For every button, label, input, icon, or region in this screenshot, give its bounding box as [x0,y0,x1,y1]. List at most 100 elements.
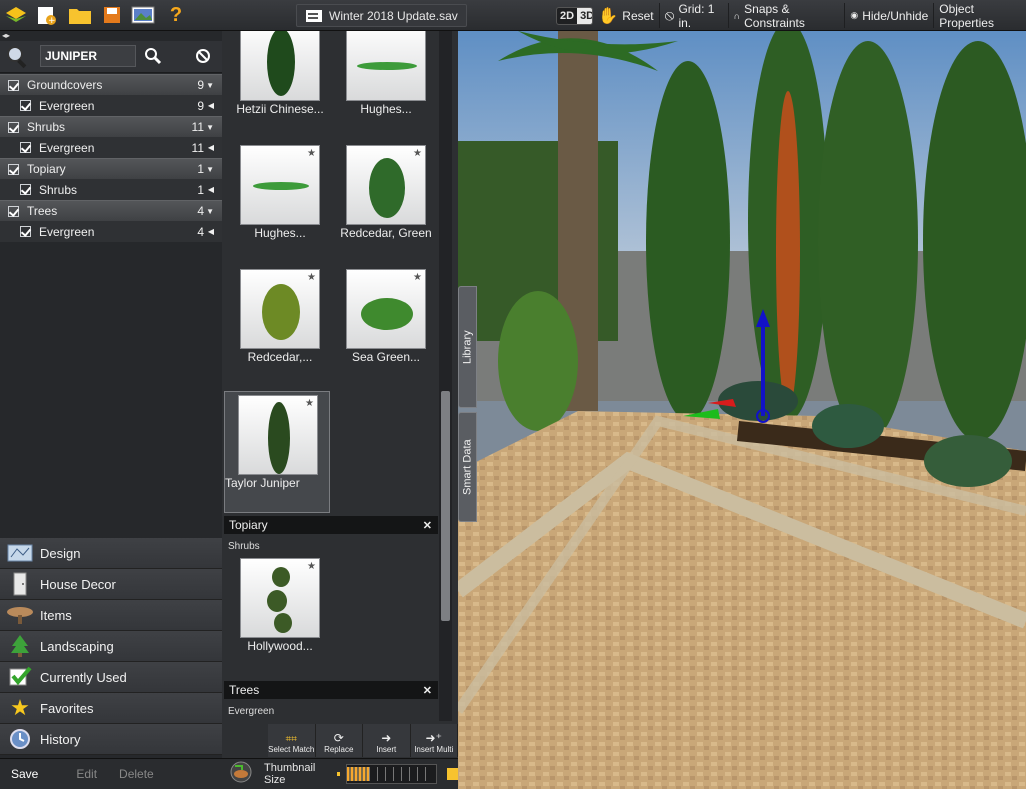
tree-label: Evergreen [39,98,95,113]
view-3d-button[interactable]: 3D [577,7,593,24]
nav-label: Currently Used [40,669,127,685]
action-label: Select Match [268,745,315,754]
chevron-left-icon[interactable]: ◀ [208,227,214,236]
plant-thumbnail: ★ [240,145,320,225]
checkbox[interactable] [20,226,31,237]
edit-button[interactable]: Edit [65,767,108,781]
arrow-right-icon: ➜ [381,731,392,745]
checkbox[interactable] [8,79,19,91]
delete-button[interactable]: Delete [108,767,165,781]
search-icon[interactable] [144,47,162,65]
library-card[interactable]: Hughes... [330,31,436,153]
layers-icon[interactable] [3,3,29,27]
nav-currently-used[interactable]: Currently Used [0,662,222,693]
library-scrollbar[interactable] [439,31,452,721]
checkbox[interactable] [20,100,31,111]
library-card[interactable]: ★ Sea Green... [330,269,436,391]
3d-viewport[interactable] [458,31,1026,789]
close-icon[interactable]: ✕ [423,684,432,697]
checkbox[interactable] [8,121,19,133]
checkbox[interactable] [20,142,31,153]
grid-button[interactable]: ⦸ Grid: 1 in. [658,2,728,30]
nav-favorites[interactable]: ★ Favorites [0,693,222,724]
section-header-trees[interactable]: Trees ✕ [224,681,438,699]
library-grid: Hetzii Chinese... Hughes... ★ Hughes... … [222,31,438,516]
library-card[interactable]: Hetzii Chinese... [224,31,330,153]
hand-icon: ✋ [598,7,619,25]
close-icon[interactable]: ✕ [423,519,432,532]
save-icon[interactable] [99,3,125,27]
nav-design[interactable]: Design [0,538,222,569]
library-card[interactable]: ★ Hollywood... [224,558,330,680]
insert-multi-button[interactable]: ➜⁺ Insert Multi [411,724,458,757]
nav-history[interactable]: History [0,724,222,755]
library-card[interactable]: ★ Redcedar, Green [330,145,436,267]
chevron-left-icon[interactable]: ◀ [208,143,214,152]
picture-icon[interactable] [130,3,156,27]
nav-label: History [40,731,81,747]
chevron-down-icon[interactable]: ▼ [206,207,214,216]
checkbox[interactable] [8,205,19,217]
tree-row-shrubs-evergreen[interactable]: Evergreen 11 ◀ [0,137,222,158]
snaps-button[interactable]: ∩ Snaps & Constraints [727,2,845,30]
reset-button[interactable]: ✋ Reset [593,3,658,28]
reset-label: Reset [622,8,654,23]
tab-smart-data[interactable]: Smart Data [458,412,477,522]
nav-house-decor[interactable]: House Decor [0,569,222,600]
chevron-down-icon[interactable]: ▼ [206,123,214,132]
checkbox[interactable] [8,163,19,175]
nav-label: Landscaping [40,638,114,654]
replace-button[interactable]: ⟳ Replace [316,724,363,757]
pin-icon[interactable]: ◂▸ [2,31,10,40]
tree-row-trees[interactable]: Trees 4 ▼ [0,200,222,221]
view-toggle[interactable]: 2D 3D [556,6,594,25]
size-small-marker [336,771,341,776]
plant-thumbnail: ★ [240,558,320,638]
chevron-down-icon[interactable]: ▼ [206,81,214,90]
hide-unhide-button[interactable]: ◉ Hide/Unhide [844,3,933,28]
chevron-down-icon[interactable]: ▼ [206,165,214,174]
chevron-left-icon[interactable]: ◀ [208,185,214,194]
select-match-button[interactable]: ⌗⌗ Select Match [268,724,316,757]
scroll-thumb[interactable] [441,391,450,621]
view-2d-button[interactable]: 2D [557,8,577,24]
help-icon[interactable]: ? [163,3,189,27]
favorite-star-icon[interactable]: ★ [305,398,314,409]
object-properties-button[interactable]: Object Properties [933,2,1026,30]
select-match-icon: ⌗⌗ [285,734,297,745]
tab-library[interactable]: Library [458,286,477,408]
tree-row-topiary[interactable]: Topiary 1 ▼ [0,158,222,179]
card-label: Hetzii Chinese... [236,102,324,116]
favorite-star-icon[interactable]: ★ [413,272,422,283]
section-header-topiary[interactable]: Topiary ✕ [224,516,438,534]
chevron-left-icon[interactable]: ◀ [208,101,214,110]
clear-search-icon[interactable] [195,48,211,64]
tree-row-topiary-shrubs[interactable]: Shrubs 1 ◀ [0,179,222,200]
favorite-star-icon[interactable]: ★ [413,148,422,159]
plant-thumbnail [346,31,426,101]
nav-items[interactable]: Items [0,600,222,631]
new-file-icon[interactable]: + [33,3,59,27]
search-input[interactable] [40,45,136,67]
thumbnail-size-slider[interactable] [346,763,438,784]
open-folder-icon[interactable] [67,3,93,27]
tree-row-shrubs[interactable]: Shrubs 11 ▼ [0,116,222,137]
favorite-star-icon[interactable]: ★ [307,148,316,159]
tree-row-groundcovers-evergreen[interactable]: Evergreen 9 ◀ [0,95,222,116]
favorite-star-icon[interactable]: ★ [307,561,316,572]
tree-row-groundcovers[interactable]: Groundcovers 9 ▼ [0,74,222,95]
insert-button[interactable]: ➜ Insert [363,724,411,757]
card-label: Hughes... [360,102,412,116]
magnet-icon: ∩ [733,10,741,21]
library-card[interactable]: ★ Hughes... [224,145,330,267]
nav-label: Items [40,607,72,623]
save-button[interactable]: Save [0,767,49,781]
nav-landscaping[interactable]: Landscaping [0,631,222,662]
favorite-star-icon[interactable]: ★ [307,272,316,283]
library-card-selected[interactable]: ★ Taylor Juniper [224,391,330,513]
tree-row-trees-evergreen[interactable]: Evergreen 4 ◀ [0,221,222,242]
library-card[interactable]: ★ Redcedar,... [224,269,330,391]
checkbox[interactable] [20,184,31,195]
size-large-marker [447,767,458,780]
library-drop-icon[interactable] [230,761,252,786]
